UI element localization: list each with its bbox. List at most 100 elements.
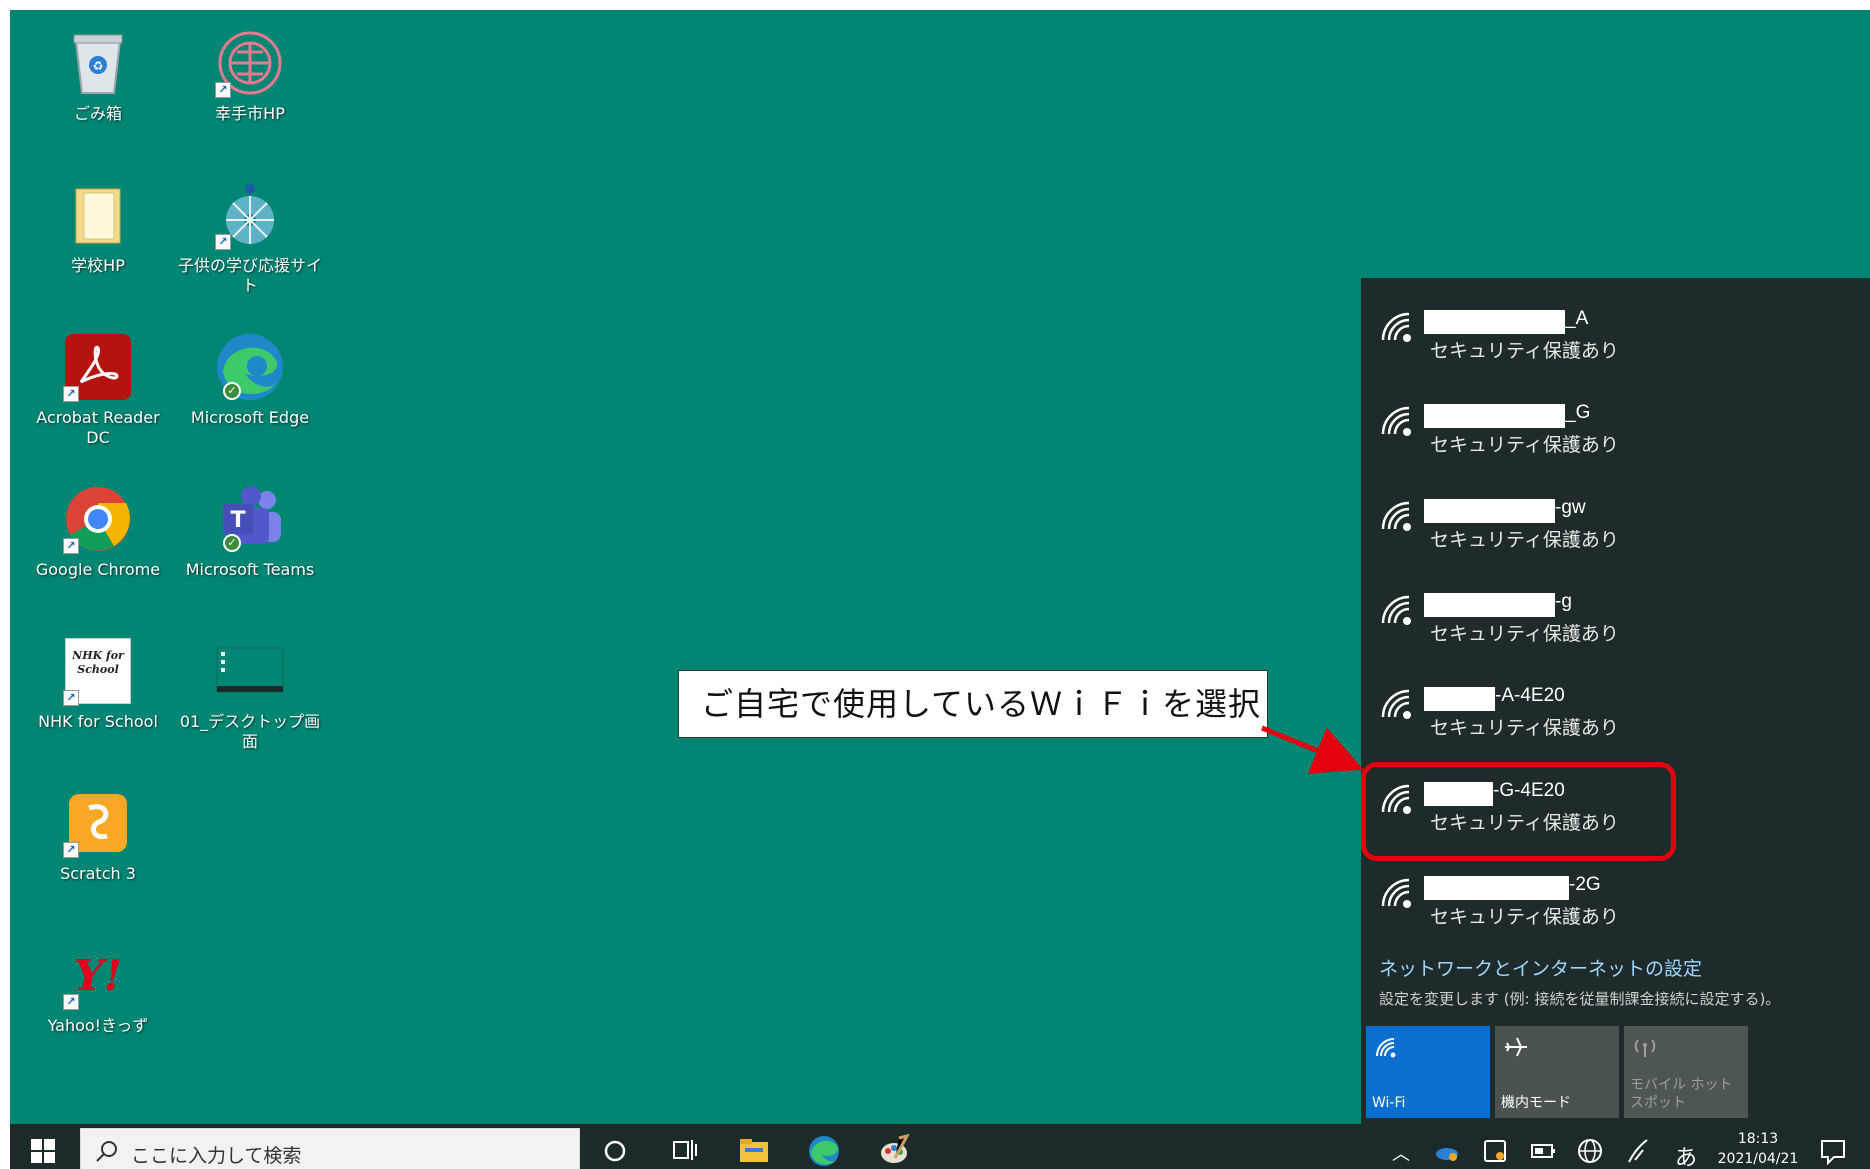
shortcut-arrow-icon: ↗ (63, 538, 79, 554)
wifi-network-flyout: _A セキュリティ保護あり _G セキュリティ保護あり -gw セキュリティ保護… (1361, 278, 1870, 1124)
teams-shortcut[interactable]: T ✓ Microsoft Teams (175, 476, 325, 606)
security-label: セキュリティ保護あり (1430, 717, 1619, 739)
wifi-signal-icon (1381, 501, 1411, 531)
city-emblem-icon: ↗ (215, 28, 285, 98)
wifi-network-item[interactable]: -g セキュリティ保護あり (1361, 561, 1870, 655)
onedrive-icon[interactable] (1432, 1136, 1462, 1166)
sync-check-icon: ✓ (223, 534, 241, 552)
search-icon (96, 1141, 117, 1162)
shortcut-arrow-icon: ↗ (63, 690, 79, 706)
shortcut-arrow-icon: ↗ (215, 82, 231, 98)
acrobat-icon: ↗ (63, 332, 133, 402)
file-explorer-icon[interactable] (737, 1134, 771, 1168)
acrobat-shortcut[interactable]: ↗ Acrobat Reader DC (23, 324, 173, 454)
satte-city-hp-shortcut[interactable]: ↗ 幸手市HP (175, 20, 325, 150)
notification-center-icon[interactable] (1818, 1136, 1848, 1166)
edge-shortcut[interactable]: ✓ Microsoft Edge (175, 324, 325, 454)
wifi-signal-icon (1381, 406, 1411, 436)
security-label: セキュリティ保護あり (1430, 434, 1619, 456)
yahoo-logo-text: Y! (73, 950, 123, 1000)
school-hp-label: 学校HP (71, 256, 125, 275)
edge-label: Microsoft Edge (190, 408, 310, 427)
recycle-bin-shortcut[interactable]: ♻ ごみ箱 (23, 20, 173, 150)
selection-highlight (1361, 762, 1676, 861)
chrome-shortcut[interactable]: ↗ Google Chrome (23, 476, 173, 606)
security-center-icon[interactable] (1480, 1136, 1510, 1166)
image-thumbnail-icon (215, 636, 285, 706)
folder-icon (63, 180, 133, 250)
windows-start-icon[interactable] (30, 1138, 56, 1164)
battery-icon[interactable] (1528, 1136, 1558, 1166)
mobile-hotspot-tile[interactable]: モバイル ホットスポット (1624, 1026, 1748, 1118)
ssid-redaction (1424, 499, 1555, 523)
search-placeholder: ここに入力して検索 (131, 1145, 302, 1167)
nhk-for-school-icon: NHK for School ↗ (63, 636, 133, 706)
school-hp-shortcut[interactable]: 学校HP (23, 172, 173, 302)
clock-time: 18:13 (1737, 1131, 1779, 1147)
ssid-redaction (1424, 687, 1495, 711)
hotspot-icon (1634, 1039, 1656, 1057)
airplane-mode-label: 機内モード (1501, 1095, 1571, 1111)
taskbar-search-box[interactable]: ここに入力して検索 (80, 1128, 580, 1169)
wifi-network-item[interactable]: _A セキュリティ保護あり (1361, 278, 1870, 372)
task-view-icon[interactable] (668, 1134, 702, 1168)
scratch-label: Scratch 3 (60, 864, 136, 883)
learning-support-label: 子供の学び応援サイト (177, 256, 322, 295)
chrome-label: Google Chrome (35, 560, 161, 579)
svg-text:♻: ♻ (93, 59, 104, 73)
desktop-screen-label: 01_デスクトップ画面 (179, 712, 321, 751)
recycle-bin-label: ごみ箱 (73, 104, 122, 123)
desktop: ♻ ごみ箱 学校HP ↗ Acrobat Reader DC ↗ Google … (10, 10, 1870, 1169)
scratch-icon: ↗ (63, 788, 133, 858)
network-globe-icon[interactable] (1575, 1136, 1605, 1166)
ssid-redaction (1424, 310, 1565, 334)
yahoo-kids-shortcut[interactable]: Y! ↗ Yahoo!きっず (23, 932, 173, 1062)
security-label: セキュリティ保護あり (1430, 906, 1619, 928)
security-label: セキュリティ保護あり (1430, 623, 1619, 645)
wifi-signal-icon (1381, 689, 1411, 719)
desktop-screen-file[interactable]: 01_デスクトップ画面 (175, 628, 325, 758)
wifi-tile-label: Wi-Fi (1372, 1095, 1406, 1111)
ssid-redaction (1424, 404, 1565, 428)
wifi-icon (1376, 1038, 1396, 1058)
nhk-for-school-shortcut[interactable]: NHK for School ↗ NHK for School (23, 628, 173, 758)
security-label: セキュリティ保護あり (1430, 529, 1619, 551)
scratch-shortcut[interactable]: ↗ Scratch 3 (23, 780, 173, 910)
edge-icon: ✓ (215, 332, 285, 402)
network-settings-link[interactable]: ネットワークとインターネットの設定 (1379, 954, 1702, 981)
learning-support-shortcut[interactable]: ↗ 子供の学び応援サイト (175, 172, 325, 302)
shortcut-arrow-icon: ↗ (63, 386, 79, 402)
ssid-redaction (1424, 593, 1555, 617)
chrome-icon: ↗ (63, 484, 133, 554)
shortcut-arrow-icon: ↗ (215, 234, 231, 250)
airplane-icon (1505, 1037, 1527, 1057)
wifi-network-item[interactable]: -gw セキュリティ保護あり (1361, 467, 1870, 561)
instruction-callout: ご自宅で使用しているＷｉＦｉを選択 (678, 670, 1268, 738)
airplane-mode-tile[interactable]: 機内モード (1495, 1026, 1619, 1118)
edge-taskbar-icon[interactable] (807, 1134, 841, 1168)
nhk-logo-text: NHK for School (72, 649, 124, 676)
paint-icon[interactable] (877, 1134, 911, 1168)
teams-icon: T ✓ (215, 484, 285, 554)
shortcut-arrow-icon: ↗ (63, 994, 79, 1010)
yahoo-kids-label: Yahoo!きっず (47, 1016, 149, 1035)
cortana-icon[interactable] (598, 1134, 632, 1168)
recycle-bin-icon: ♻ (63, 28, 133, 98)
nhk-for-school-label: NHK for School (38, 712, 158, 731)
security-label: セキュリティ保護あり (1430, 340, 1619, 362)
ssid-label: -gw (1555, 497, 1586, 518)
wifi-network-item[interactable]: -A-4E20 セキュリティ保護あり (1361, 655, 1870, 749)
ssid-redaction (1424, 876, 1569, 900)
svg-text:T: T (230, 508, 245, 533)
ssid-label: _A (1565, 308, 1589, 329)
ssid-label: -g (1555, 591, 1572, 612)
pen-ink-icon[interactable] (1623, 1136, 1653, 1166)
acrobat-label: Acrobat Reader DC (36, 408, 160, 447)
wifi-network-item[interactable]: _G セキュリティ保護あり (1361, 372, 1870, 466)
yahoo-kids-icon: Y! ↗ (63, 940, 133, 1010)
chevron-up-icon[interactable]: ︿ (1392, 1140, 1410, 1166)
sync-check-icon: ✓ (223, 382, 241, 400)
clock[interactable]: 18:13 2021/04/21 (1708, 1129, 1808, 1169)
ime-mode-indicator[interactable]: あ (1675, 1140, 1697, 1169)
wifi-toggle-tile[interactable]: Wi-Fi (1366, 1026, 1490, 1118)
